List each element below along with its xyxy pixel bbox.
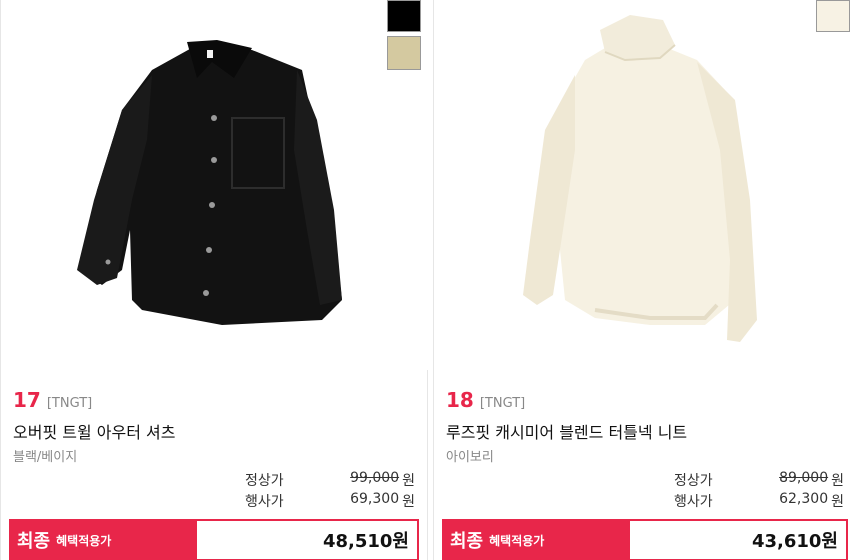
product-grid: 17 [TNGT] 오버핏 트윌 아우터 셔츠 블랙/베이지 정상가 99,00…	[0, 0, 856, 560]
final-label: 최종	[450, 531, 484, 552]
final-price-value: 48,510원	[322, 531, 409, 552]
swatch-beige[interactable]	[387, 36, 421, 70]
product-color: 블랙/베이지	[13, 450, 78, 465]
currency-unit: 원	[831, 494, 844, 510]
event-price-label: 행사가	[245, 494, 284, 510]
rank-number: 18	[446, 388, 474, 412]
event-price-value: 62,300	[779, 491, 829, 507]
rank-line: 18 [TNGT]	[446, 388, 525, 412]
final-price-bar: 최종 혜택적용가 43,610원	[442, 519, 848, 560]
product-image-shirt[interactable]	[2, 0, 428, 370]
swatch-black[interactable]	[387, 0, 421, 32]
regular-price-row: 정상가 99,000 원	[245, 470, 415, 490]
event-price-label: 행사가	[674, 494, 713, 510]
rank-line: 17 [TNGT]	[13, 388, 92, 412]
currency-unit: 원	[402, 473, 415, 489]
product-image-knit[interactable]	[435, 0, 856, 370]
product-name[interactable]: 오버핏 트윌 아우터 셔츠	[13, 419, 175, 443]
regular-price-row: 정상가 89,000 원	[674, 470, 844, 490]
color-swatches	[816, 0, 850, 32]
final-label-box: 최종 혜택적용가	[444, 521, 630, 559]
rank-number: 17	[13, 388, 41, 412]
product-name[interactable]: 루즈핏 캐시미어 블렌드 터틀넥 니트	[446, 419, 687, 443]
knit-illustration	[435, 0, 856, 370]
swatch-ivory[interactable]	[816, 0, 850, 32]
regular-price-value: 89,000	[779, 470, 829, 486]
regular-price-label: 정상가	[674, 473, 713, 489]
regular-price-value: 99,000	[350, 470, 400, 486]
final-sub-label: 혜택적용가	[489, 533, 545, 548]
brand-label: [TNGT]	[46, 396, 93, 411]
product-card[interactable]: 17 [TNGT] 오버핏 트윌 아우터 셔츠 블랙/베이지 정상가 99,00…	[0, 0, 428, 560]
final-sub-label: 혜택적용가	[56, 533, 112, 548]
brand-label: [TNGT]	[479, 396, 526, 411]
event-price-row: 행사가 62,300 원	[674, 491, 844, 511]
color-swatches	[387, 0, 421, 70]
regular-price-label: 정상가	[245, 473, 284, 489]
final-price-value: 43,610원	[751, 531, 838, 552]
product-color: 아이보리	[446, 450, 494, 465]
currency-unit: 원	[402, 494, 415, 510]
product-card[interactable]: 18 [TNGT] 루즈핏 캐시미어 블렌드 터틀넥 니트 아이보리 정상가 8…	[433, 0, 856, 560]
final-price-bar: 최종 혜택적용가 48,510원	[9, 519, 419, 560]
final-label: 최종	[17, 531, 51, 552]
event-price-row: 행사가 69,300 원	[245, 491, 415, 511]
currency-unit: 원	[831, 473, 844, 489]
event-price-value: 69,300	[350, 491, 400, 507]
shirt-illustration	[2, 0, 428, 370]
final-label-box: 최종 혜택적용가	[11, 521, 197, 559]
